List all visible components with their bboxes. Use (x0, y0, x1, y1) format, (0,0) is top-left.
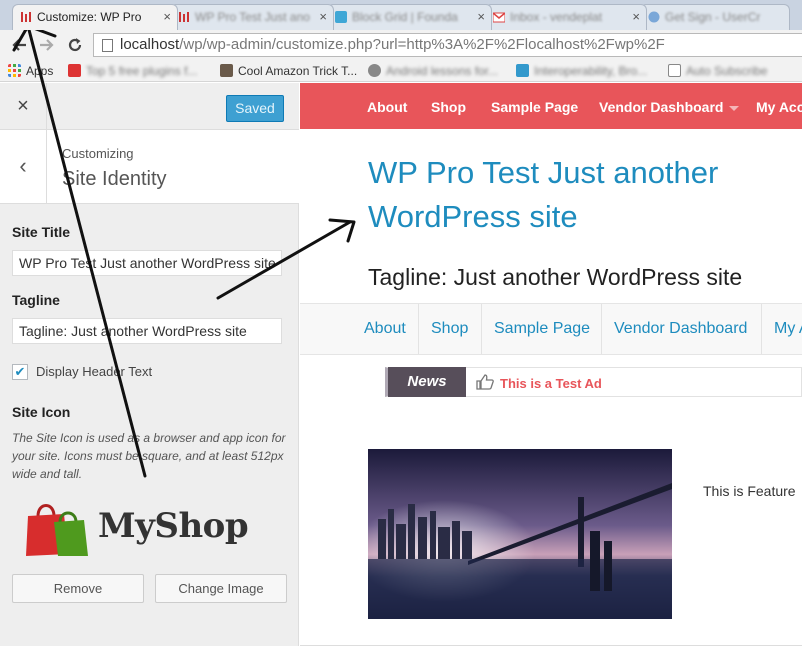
thumbs-up-icon (476, 374, 494, 390)
bookmark-label: Top 5 free plugins f... (86, 64, 198, 78)
favicon-icon (648, 11, 660, 23)
tab-close-icon[interactable]: × (163, 5, 171, 29)
customizer-sidebar: × Saved ‹ Customizing Site Identity Site… (0, 83, 299, 646)
site-icon-preview: MyShop (24, 498, 269, 558)
bookmark-label: Cool Amazon Trick T... (238, 64, 358, 78)
section-title: Site Identity (62, 168, 167, 190)
secnav-vendor-dashboard[interactable]: Vendor Dashboard (614, 304, 747, 354)
page-icon (102, 39, 113, 52)
url-host: localhost (120, 36, 180, 53)
tab-close-icon[interactable]: × (477, 5, 485, 29)
browser-tab-active[interactable]: Customize: WP Pro × (12, 4, 178, 30)
bookmark-favicon (220, 64, 233, 77)
bookmark-item[interactable]: Cool Amazon Trick T... (220, 63, 357, 79)
bookmark-favicon (368, 64, 381, 77)
secnav-shop[interactable]: Shop (431, 304, 468, 354)
display-header-text-checkbox[interactable]: ✔ (12, 364, 28, 380)
primary-nav: About Shop Sample Page Vendor Dashboard … (300, 83, 802, 129)
site-icon-label: Site Icon (12, 404, 71, 420)
customizing-label: Customizing (62, 146, 134, 161)
bookmark-label: Interoperability, Bro... (534, 64, 648, 78)
nav-divider (761, 304, 762, 354)
customizer-header: × Saved (0, 83, 299, 130)
chevron-down-icon (729, 105, 740, 111)
nav-shop[interactable]: Shop (431, 99, 466, 115)
bookmark-label: Auto Subscribe (686, 64, 768, 78)
back-chevron-icon[interactable]: ‹ (0, 130, 47, 204)
browser-tab-4[interactable]: Inbox - vendeplat × (485, 4, 647, 30)
shopping-bag-icon (26, 504, 88, 556)
bookmark-item[interactable]: Android lessons for... (368, 63, 498, 79)
news-badge: News (388, 367, 466, 397)
bookmark-label: Android lessons for... (386, 64, 499, 78)
tab-title: Block Grid | Founda (352, 10, 458, 24)
bookmark-apps[interactable]: Apps (8, 63, 53, 79)
secondary-nav: About Shop Sample Page Vendor Dashboard … (300, 303, 802, 355)
bookmark-favicon (516, 64, 529, 77)
nav-about[interactable]: About (367, 99, 407, 115)
tab-title: Get Sign - UserCr (665, 10, 761, 24)
gmail-icon (493, 12, 505, 23)
logo-text: MyShop (98, 506, 249, 546)
browser-tab-bar: Get Sign - UserCr Inbox - vendeplat × Bl… (0, 0, 802, 30)
browser-tab-3[interactable]: Block Grid | Founda × (327, 4, 492, 30)
page-icon (668, 64, 681, 77)
nav-divider (601, 304, 602, 354)
close-icon[interactable]: × (0, 83, 47, 130)
bookmark-item[interactable]: Interoperability, Bro... (516, 63, 647, 79)
address-bar[interactable]: localhost/wp/wp-admin/customize.php?url=… (93, 33, 802, 57)
tab-title: Inbox - vendeplat (510, 10, 603, 24)
news-link[interactable]: This is a Test Ad (500, 376, 602, 391)
bookmark-item[interactable]: Top 5 free plugins f... (68, 63, 197, 79)
nav-sample-page[interactable]: Sample Page (491, 99, 578, 115)
reload-icon[interactable] (66, 36, 84, 54)
forward-arrow-icon[interactable] (38, 36, 56, 54)
browser-toolbar: localhost/wp/wp-admin/customize.php?url=… (0, 30, 802, 60)
display-header-text-label: Display Header Text (36, 364, 153, 379)
change-image-button[interactable]: Change Image (155, 574, 287, 603)
secnav-my-account[interactable]: My A (774, 304, 802, 354)
bookmark-favicon (68, 64, 81, 77)
tagline-input[interactable]: Tagline: Just another WordPress site (12, 318, 282, 344)
browser-tab-2[interactable]: WP Pro Test Just ano × (170, 4, 334, 30)
tab-title: Customize: WP Pro (37, 10, 142, 24)
nav-divider (418, 304, 419, 354)
featured-image[interactable] (368, 449, 672, 619)
remove-button[interactable]: Remove (12, 574, 144, 603)
back-arrow-icon[interactable] (10, 36, 28, 54)
apps-grid-icon (8, 64, 21, 77)
site-tagline: Tagline: Just another WordPress site (368, 264, 743, 290)
wordpress-favicon-icon (179, 12, 189, 22)
news-ticker: News This is a Test Ad (385, 367, 802, 397)
site-preview: About Shop Sample Page Vendor Dashboard … (300, 83, 802, 646)
tab-close-icon[interactable]: × (319, 5, 327, 29)
site-title-label: Site Title (12, 224, 71, 240)
section-header: ‹ Customizing Site Identity (0, 130, 299, 204)
nav-divider (481, 304, 482, 354)
site-title-input[interactable]: WP Pro Test Just another WordPress site (12, 250, 282, 276)
featured-text: This is Feature (703, 483, 796, 499)
nav-label: Vendor Dashboard (599, 99, 724, 115)
browser-tab-5[interactable]: Get Sign - UserCr (640, 4, 790, 30)
foundation-icon (335, 11, 347, 23)
tab-close-icon[interactable]: × (632, 5, 640, 29)
url-path: /wp/wp-admin/customize.php?url=http%3A%2… (179, 36, 665, 53)
bookmark-item[interactable]: Auto Subscribe (668, 63, 767, 79)
site-title-heading[interactable]: WP Pro Test Just another WordPress site (368, 151, 788, 239)
bookmarks-bar: Apps Top 5 free plugins f... Cool Amazon… (0, 60, 802, 82)
bookmark-label: Apps (26, 64, 54, 78)
site-icon-description: The Site Icon is used as a browser and a… (12, 431, 286, 481)
saved-button[interactable]: Saved (226, 95, 284, 122)
nav-vendor-dashboard[interactable]: Vendor Dashboard (599, 99, 740, 115)
tab-title: WP Pro Test Just ano (195, 10, 310, 24)
nav-my-account[interactable]: My Acc (756, 99, 802, 115)
tagline-label: Tagline (12, 292, 60, 308)
secnav-about[interactable]: About (364, 304, 406, 354)
secnav-sample-page[interactable]: Sample Page (494, 304, 590, 354)
wordpress-favicon-icon (21, 12, 31, 22)
